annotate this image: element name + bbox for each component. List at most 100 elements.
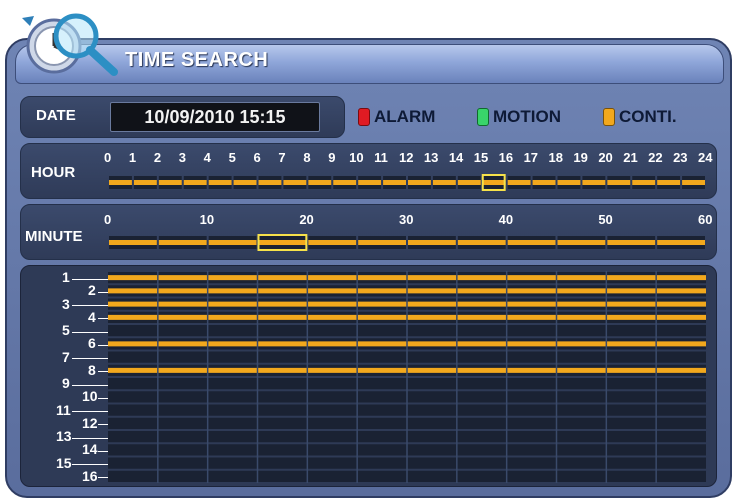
hour-recording-bar	[457, 180, 481, 185]
channel-label: 15	[56, 454, 72, 471]
channel-connector	[72, 437, 108, 439]
hour-label: HOUR	[31, 164, 76, 181]
legend-motion-label: MOTION	[493, 107, 561, 126]
date-label: DATE	[36, 107, 76, 124]
hour-recording-bar	[283, 180, 307, 185]
hour-tick-label: 0	[104, 150, 112, 165]
hour-tick-label: 22	[648, 150, 663, 165]
window-title: TIME SEARCH	[125, 49, 269, 71]
channel-connector	[72, 331, 108, 333]
date-time-field[interactable]: 10/09/2010 15:15	[110, 102, 320, 132]
minute-label: MINUTE	[25, 228, 83, 245]
minute-recording-bar	[308, 240, 357, 245]
hour-tick-label: 17	[523, 150, 539, 165]
hour-tick-label: 10	[349, 150, 364, 165]
minute-tick-label: 60	[698, 212, 713, 227]
hour-tick-label: 3	[178, 150, 186, 165]
channel-connector	[72, 278, 108, 280]
channel-connector	[98, 477, 108, 479]
hour-recording-bar	[557, 180, 581, 185]
hour-tick-label: 18	[548, 150, 563, 165]
minute-recording-bar	[158, 240, 207, 245]
channel-label: 7	[62, 348, 70, 365]
hour-recording-bar	[183, 180, 207, 185]
channel-label: 3	[62, 295, 70, 312]
minute-tick-label: 0	[104, 212, 112, 227]
minute-tick-label: 40	[498, 212, 514, 227]
minute-tick-label: 20	[299, 212, 314, 227]
minute-tick-label: 50	[598, 212, 613, 227]
hour-recording-bar	[507, 180, 531, 185]
minute-tick-label: 10	[199, 212, 215, 227]
minute-timeline[interactable]	[108, 234, 706, 252]
motion-swatch-icon	[477, 108, 489, 126]
hour-recording-bar	[482, 180, 506, 185]
minute-recording-bar	[557, 240, 606, 245]
hour-recording-bar	[582, 180, 606, 185]
hour-timeline[interactable]	[108, 174, 706, 192]
hour-recording-bar	[682, 180, 705, 185]
hour-recording-bar	[408, 180, 431, 185]
channel-connector	[72, 411, 108, 413]
hour-tick-label: 13	[423, 150, 439, 165]
channel-label: 13	[56, 428, 72, 444]
hour-tick-label: 5	[228, 150, 236, 165]
hour-tick-label: 14	[448, 150, 464, 165]
minute-recording-bar	[408, 240, 456, 245]
hour-recording-bar	[158, 180, 182, 185]
channel-label: 9	[62, 375, 70, 391]
channel-connector	[72, 358, 108, 360]
channel-connector	[98, 291, 108, 293]
hour-recording-bar	[208, 180, 232, 185]
channel-label: 11	[56, 401, 71, 418]
hour-recording-bar	[383, 180, 406, 185]
hour-tick-label: 4	[203, 150, 211, 165]
channel-connector	[98, 450, 108, 452]
channel-label: 4	[88, 308, 96, 325]
channel-label: 2	[88, 282, 96, 299]
hour-tick-label: 1	[128, 150, 137, 165]
hour-tick-label: 7	[278, 150, 286, 165]
channel-label: 1	[62, 269, 70, 285]
channel-label: 14	[82, 441, 98, 458]
minute-recording-bar	[258, 240, 307, 245]
alarm-swatch-icon	[358, 108, 370, 126]
channel-label: 6	[88, 335, 96, 352]
channel-connector	[98, 318, 108, 320]
minute-recording-bar	[507, 240, 556, 245]
hour-recording-bar	[632, 180, 656, 185]
hour-recording-bar	[607, 180, 631, 185]
channel-connector	[72, 464, 108, 466]
hour-tick-label: 15	[473, 150, 489, 165]
legend-alarm-label: ALARM	[374, 107, 436, 126]
channel-label: 12	[82, 414, 98, 431]
hour-tick-label: 21	[623, 150, 638, 165]
minute-recording-bar	[607, 240, 656, 245]
channel-connector	[98, 397, 108, 399]
hour-tick-label: 23	[673, 150, 688, 165]
minute-recording-bar	[358, 240, 406, 245]
hour-tick-label: 19	[573, 150, 588, 165]
hour-recording-bar	[233, 180, 257, 185]
channel-label: 8	[88, 361, 96, 378]
channel-timeline-grid[interactable]	[108, 271, 706, 483]
clock-magnifier-icon	[22, 13, 118, 76]
hour-tick-label: 8	[303, 150, 311, 165]
minute-recording-bar	[208, 240, 257, 245]
channel-label: 10	[82, 388, 98, 405]
channel-connector	[98, 344, 108, 346]
channel-connector	[98, 371, 108, 373]
hour-recording-bar	[657, 180, 681, 185]
channel-connector	[98, 424, 108, 426]
hour-tick-label: 12	[399, 150, 414, 165]
hour-recording-bar	[333, 180, 357, 185]
hour-recording-bar	[308, 180, 332, 185]
hour-tick-label: 24	[698, 150, 713, 165]
hour-recording-bar	[258, 180, 282, 185]
minute-recording-bar	[657, 240, 705, 245]
channel-label: 16	[82, 467, 98, 484]
hour-tick-label: 11	[374, 150, 388, 165]
channel-connector	[72, 305, 108, 307]
legend-conti: CONTI.	[603, 104, 677, 130]
hour-tick-label: 20	[598, 150, 613, 165]
